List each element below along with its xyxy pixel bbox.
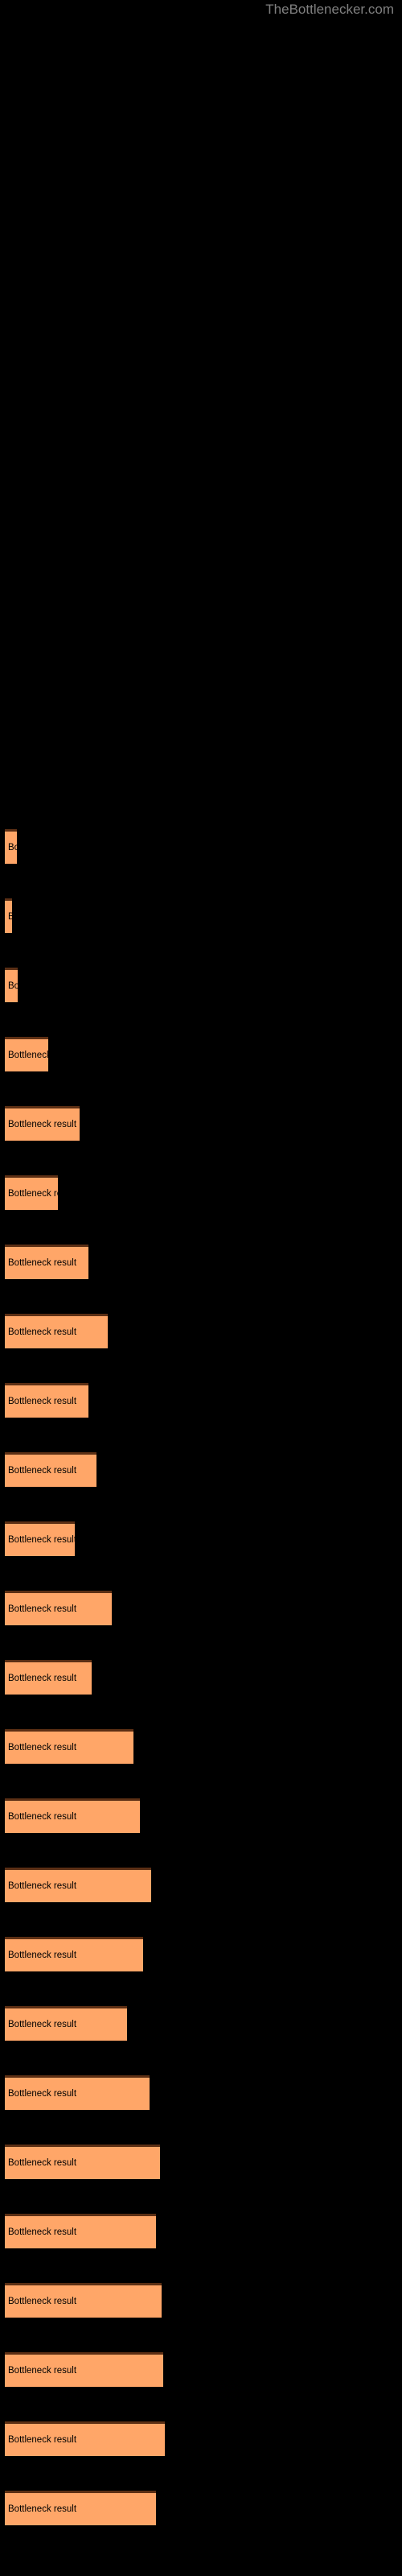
bar[interactable]: Bottleneck result: [5, 1383, 88, 1418]
bar-fill: [5, 1521, 75, 1556]
bar-fill: [5, 2145, 160, 2179]
bar[interactable]: Bottleneck result: [5, 2421, 165, 2456]
bar-fill: [5, 1868, 151, 1902]
bar-fill: [5, 1591, 112, 1625]
page-root: TheBottlenecker.com Bottleneck resultBot…: [0, 0, 402, 2576]
bar[interactable]: Bottleneck result: [5, 1798, 140, 1833]
bar[interactable]: Bottleneck result: [5, 1937, 143, 1971]
bar[interactable]: Bottleneck result: [5, 1314, 108, 1348]
bar[interactable]: Bottleneck result: [5, 1868, 151, 1902]
bar[interactable]: Bottleneck result: [5, 968, 18, 1002]
bar[interactable]: Bottleneck result: [5, 829, 17, 864]
bar-fill: [5, 1798, 140, 1833]
bar-row: Bottleneck result: [0, 2006, 402, 2041]
bar-fill: [5, 1245, 88, 1279]
bar[interactable]: Bottleneck result: [5, 1106, 80, 1141]
bar-row: Bottleneck result: [0, 1729, 402, 1765]
bar[interactable]: Bottleneck result: [5, 2006, 127, 2041]
bar[interactable]: Bottleneck result: [5, 2352, 163, 2387]
bar-fill: [5, 1660, 92, 1695]
bar-row: Bottleneck result: [0, 1937, 402, 1972]
bar-fill: [5, 829, 17, 864]
bar-fill: [5, 2283, 162, 2318]
bar-row: Bottleneck result: [0, 2352, 402, 2388]
bar-row: Bottleneck result: [0, 2491, 402, 2526]
bar-fill: [5, 2006, 127, 2041]
bar-fill: [5, 968, 18, 1002]
bar-row: Bottleneck result: [0, 1452, 402, 1488]
bar[interactable]: Bottleneck result: [5, 2283, 162, 2318]
bar-row: Bottleneck result: [0, 2214, 402, 2249]
bar-fill: [5, 1175, 58, 1210]
bar[interactable]: Bottleneck result: [5, 2145, 160, 2179]
bar-row: Bottleneck result: [0, 1383, 402, 1418]
bar-row: Bottleneck result: [0, 1868, 402, 1903]
bar-fill: [5, 2075, 150, 2110]
bar-fill: [5, 898, 12, 933]
bar-row: Bottleneck result: [0, 968, 402, 1003]
bar[interactable]: Bottleneck result: [5, 1037, 48, 1071]
bar-fill: [5, 2491, 156, 2525]
bar-row: Bottleneck result: [0, 1660, 402, 1695]
bar[interactable]: Bottleneck result: [5, 1452, 96, 1487]
bar[interactable]: Bottleneck result: [5, 1729, 133, 1764]
bar-fill: [5, 1314, 108, 1348]
bar-row: Bottleneck result: [0, 2283, 402, 2318]
bar-fill: [5, 2352, 163, 2387]
bar-row: Bottleneck result: [0, 2145, 402, 2180]
bar-fill: [5, 1383, 88, 1418]
bar[interactable]: Bottleneck result: [5, 2075, 150, 2110]
bar[interactable]: Bottleneck result: [5, 898, 12, 933]
bar-fill: [5, 1729, 133, 1764]
bar-fill: [5, 1106, 80, 1141]
bar[interactable]: Bottleneck result: [5, 1591, 112, 1625]
bar-row: Bottleneck result: [0, 2421, 402, 2457]
bar[interactable]: Bottleneck result: [5, 1521, 75, 1556]
bottleneck-bar-chart: Bottleneck result Bottleneck result Bottle…: [0, 0, 402, 2576]
bar-row: Bottleneck result: [0, 1106, 402, 1141]
bar-fill: [5, 1452, 96, 1487]
bar[interactable]: Bottleneck result: [5, 1245, 88, 1279]
bar-row: Bottleneck result: [0, 1175, 402, 1211]
bar-row: Bottleneck result: [0, 1798, 402, 1834]
bar-row: Bottleneck result: [0, 1245, 402, 1280]
bar-row: Bottleneck result: [0, 898, 402, 934]
bar-fill: [5, 1037, 48, 1071]
bar-row: Bottleneck result: [0, 1591, 402, 1626]
bar-fill: [5, 2421, 165, 2456]
bar-fill: [5, 2214, 156, 2248]
bar-row: Bottleneck result: [0, 1314, 402, 1349]
bar-row: Bottleneck result: [0, 829, 402, 865]
bar-row: Bottleneck result: [0, 2075, 402, 2111]
bar-row: Bottleneck result: [0, 1521, 402, 1557]
bar[interactable]: Bottleneck result: [5, 2491, 156, 2525]
bar-row: Bottleneck result: [0, 1037, 402, 1072]
bar[interactable]: Bottleneck result: [5, 1175, 58, 1210]
bar-fill: [5, 1937, 143, 1971]
bar[interactable]: Bottleneck result: [5, 1660, 92, 1695]
bar[interactable]: Bottleneck result: [5, 2214, 156, 2248]
